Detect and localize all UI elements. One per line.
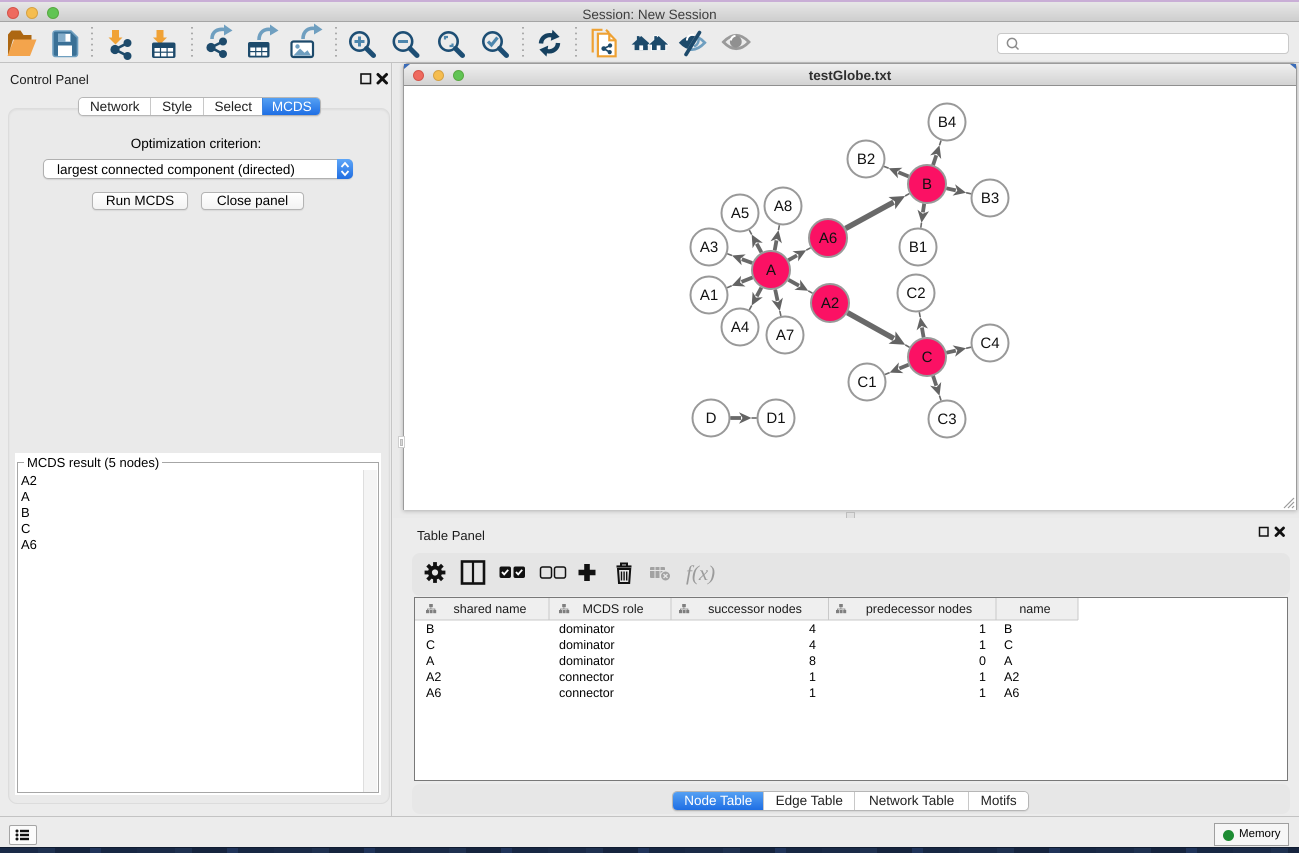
- svg-text:A5: A5: [731, 205, 749, 222]
- svg-text:A7: A7: [776, 327, 794, 344]
- svg-text:A6: A6: [426, 686, 441, 700]
- svg-text:A2: A2: [821, 295, 839, 312]
- svg-text:successor nodes: successor nodes: [708, 602, 802, 616]
- svg-text:4: 4: [809, 622, 816, 636]
- svg-text:C: C: [922, 349, 933, 366]
- svg-text:C2: C2: [906, 285, 925, 302]
- svg-text:C4: C4: [980, 335, 999, 352]
- svg-text:connector: connector: [559, 670, 614, 684]
- svg-text:name: name: [1019, 602, 1050, 616]
- svg-text:A6: A6: [819, 230, 837, 247]
- svg-text:1: 1: [809, 670, 816, 684]
- svg-text:D: D: [706, 410, 717, 427]
- svg-text:A: A: [1004, 654, 1013, 668]
- svg-text:A: A: [426, 654, 435, 668]
- svg-text:A2: A2: [1004, 670, 1019, 684]
- svg-text:A2: A2: [426, 670, 441, 684]
- svg-text:C1: C1: [857, 374, 876, 391]
- svg-text:dominator: dominator: [559, 654, 615, 668]
- svg-text:1: 1: [979, 686, 986, 700]
- svg-text:dominator: dominator: [559, 638, 615, 652]
- svg-text:connector: connector: [559, 686, 614, 700]
- svg-text:MCDS role: MCDS role: [582, 602, 643, 616]
- svg-text:1: 1: [979, 638, 986, 652]
- svg-text:predecessor nodes: predecessor nodes: [866, 602, 972, 616]
- svg-text:B: B: [426, 622, 434, 636]
- svg-text:C3: C3: [937, 411, 956, 428]
- svg-text:f(x): f(x): [686, 561, 715, 585]
- svg-text:C: C: [1004, 638, 1013, 652]
- svg-text:B4: B4: [938, 114, 956, 131]
- svg-text:A: A: [766, 262, 776, 279]
- svg-text:0: 0: [979, 654, 986, 668]
- svg-text:B3: B3: [981, 190, 999, 207]
- svg-text:B: B: [1004, 622, 1012, 636]
- svg-text:A1: A1: [700, 287, 718, 304]
- svg-text:A3: A3: [700, 239, 718, 256]
- svg-text:D1: D1: [766, 410, 785, 427]
- svg-text:shared name: shared name: [454, 602, 527, 616]
- svg-text:A6: A6: [1004, 686, 1019, 700]
- svg-text:1: 1: [809, 686, 816, 700]
- svg-text:B2: B2: [857, 151, 875, 168]
- svg-text:A4: A4: [731, 319, 749, 336]
- svg-text:1: 1: [979, 622, 986, 636]
- svg-text:4: 4: [809, 638, 816, 652]
- svg-text:1: 1: [979, 670, 986, 684]
- svg-text:8: 8: [809, 654, 816, 668]
- svg-text:B1: B1: [909, 239, 927, 256]
- svg-text:dominator: dominator: [559, 622, 615, 636]
- svg-text:A8: A8: [774, 198, 792, 215]
- svg-text:B: B: [922, 176, 932, 193]
- svg-text:C: C: [426, 638, 435, 652]
